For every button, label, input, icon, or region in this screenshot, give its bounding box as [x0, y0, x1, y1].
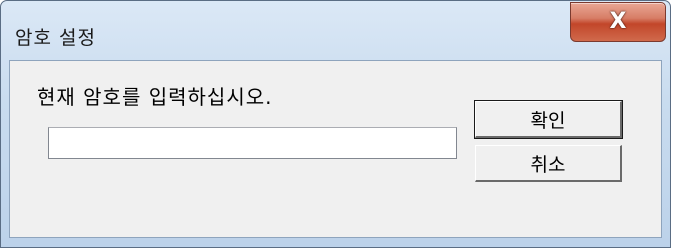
cancel-button[interactable]: 취소	[475, 145, 622, 182]
window-title: 암호 설정	[15, 27, 96, 49]
close-button[interactable]: X	[570, 2, 666, 42]
dialog-body: 현재 암호를 입력하십시오. 확인 취소	[9, 60, 662, 238]
title-bar[interactable]: 암호 설정 X	[1, 1, 670, 59]
close-icon: X	[609, 9, 627, 34]
password-input[interactable]	[48, 127, 457, 159]
dialog-window: 암호 설정 X 현재 암호를 입력하십시오. 확인 취소	[0, 0, 671, 248]
prompt-label: 현재 암호를 입력하십시오.	[37, 85, 273, 109]
ok-button[interactable]: 확인	[474, 100, 623, 139]
